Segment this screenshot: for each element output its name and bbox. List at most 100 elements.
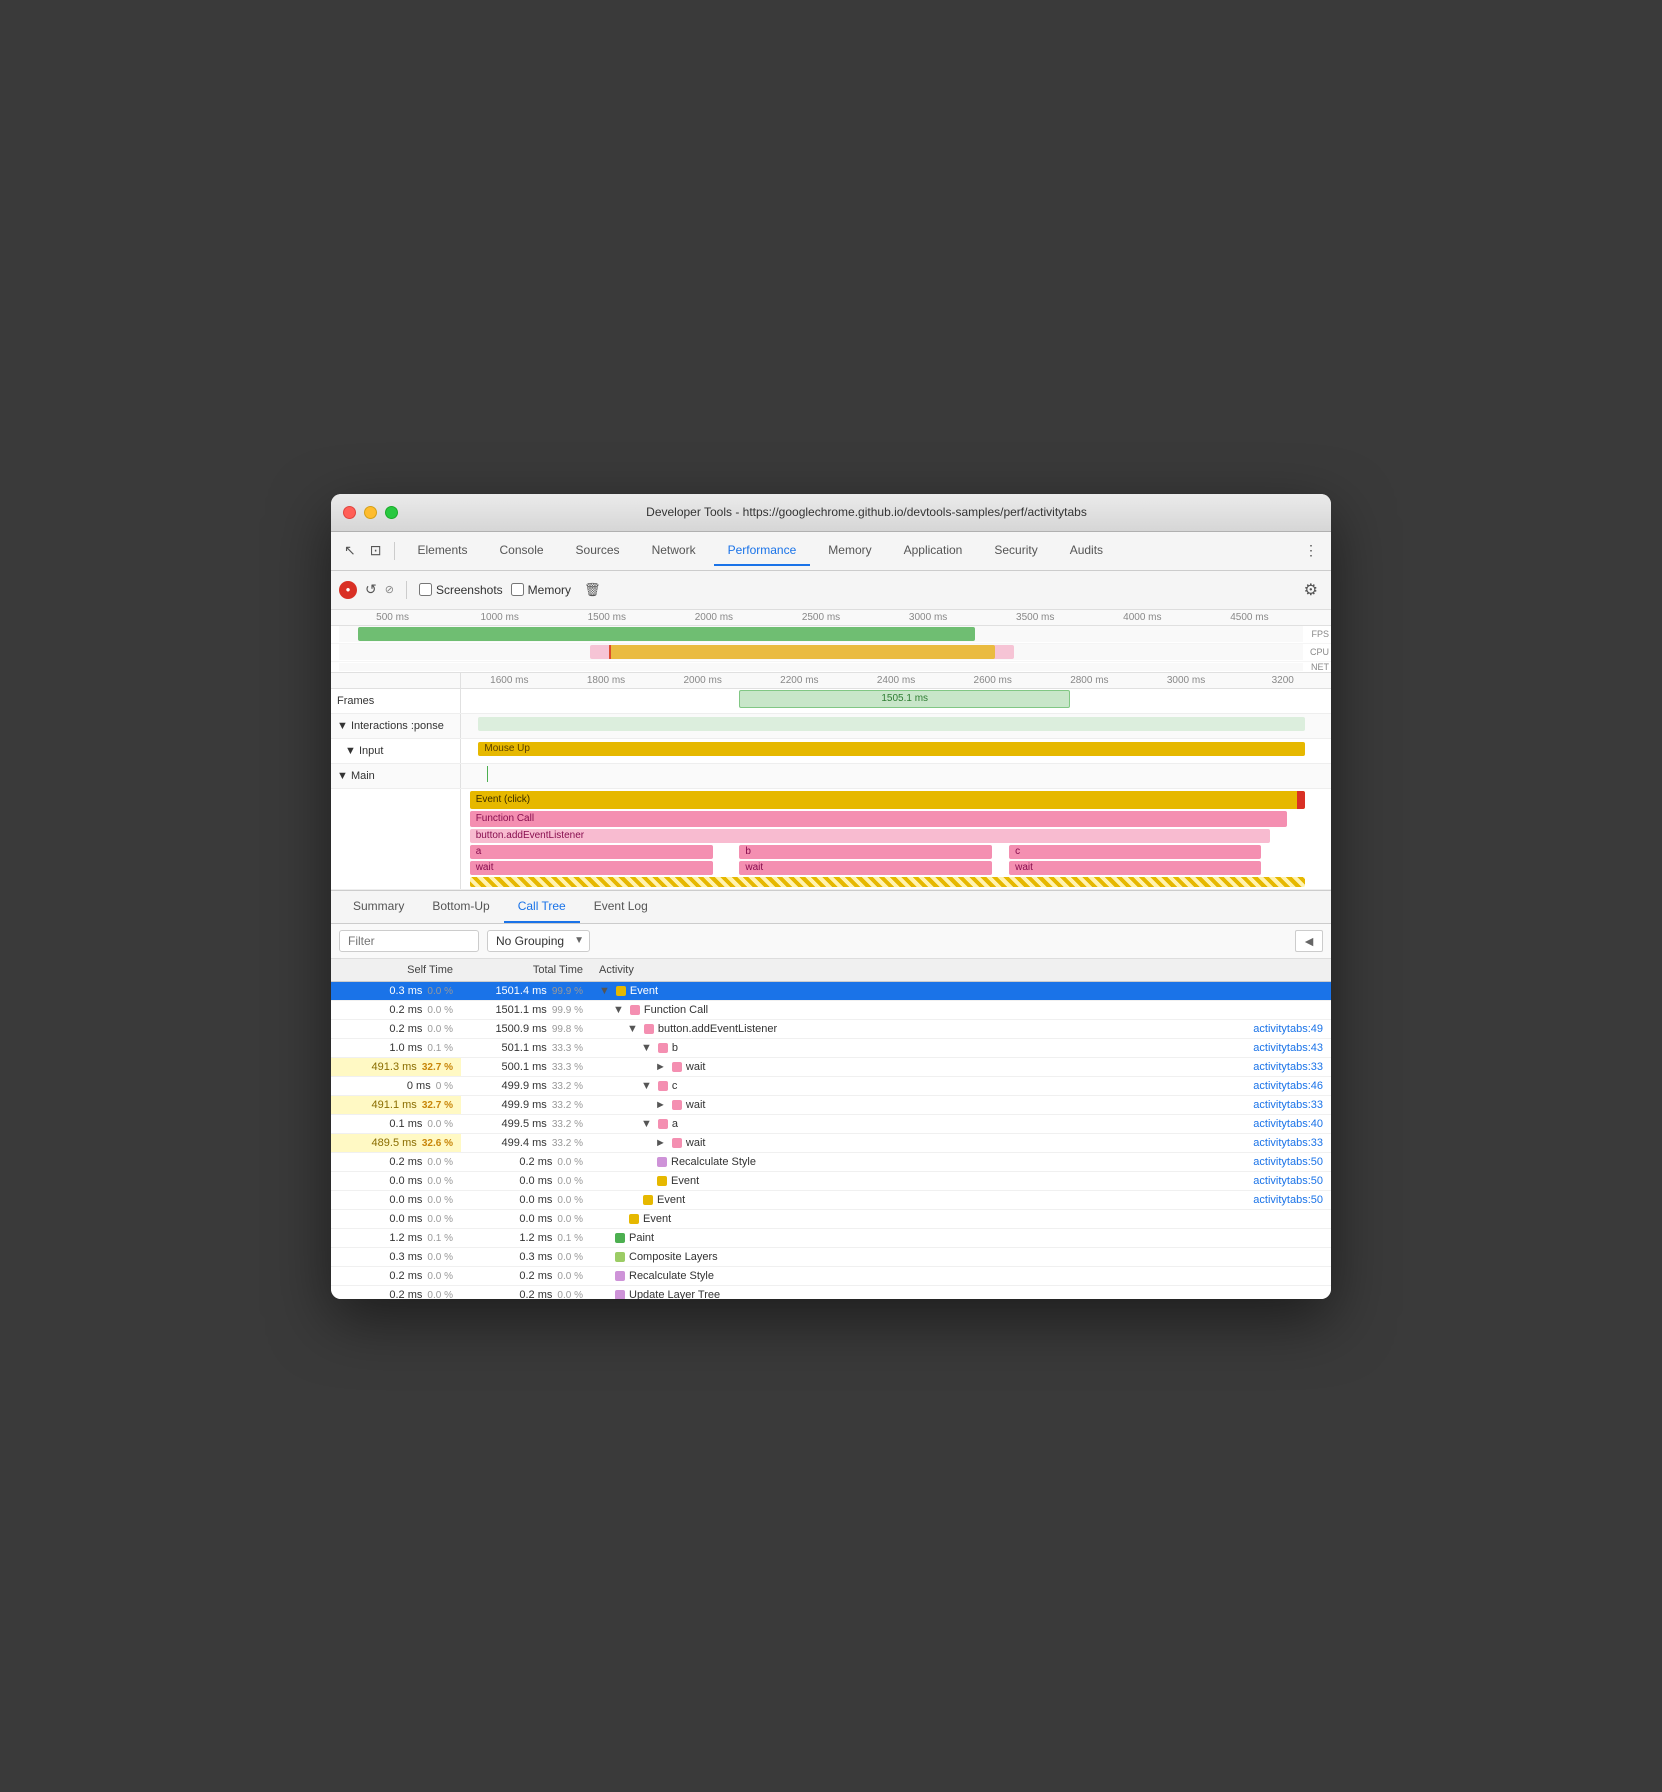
tree-expand-icon[interactable]: ►	[655, 1061, 666, 1073]
activity-header: Activity	[591, 959, 1331, 982]
tab-sources[interactable]: Sources	[562, 536, 634, 566]
source-link[interactable]: activitytabs:33	[1233, 1061, 1323, 1073]
tab-bottom-up[interactable]: Bottom-Up	[418, 891, 503, 923]
tree-expand-icon[interactable]: ►	[655, 1137, 666, 1149]
activity-name: Recalculate Style	[671, 1156, 756, 1168]
source-link[interactable]: activitytabs:43	[1233, 1042, 1323, 1054]
tab-audits[interactable]: Audits	[1056, 536, 1117, 566]
source-link[interactable]: activitytabs:40	[1233, 1118, 1323, 1130]
event-click-bar: Event (click)	[470, 791, 1305, 809]
table-row[interactable]: 0.2 ms 0.0 % 0.2 ms 0.0 % Recalculate St…	[331, 1266, 1331, 1285]
filter-input[interactable]	[339, 930, 479, 952]
total-time-cell: 1501.4 ms 99.9 %	[461, 981, 591, 1000]
tl-ruler-2400: 2400 ms	[848, 675, 945, 686]
tab-elements[interactable]: Elements	[403, 536, 481, 566]
collapse-button[interactable]: ◄	[1295, 930, 1323, 952]
table-row[interactable]: 0.3 ms 0.0 % 0.3 ms 0.0 % Composite Laye…	[331, 1247, 1331, 1266]
table-row[interactable]: 1.2 ms 0.1 % 1.2 ms 0.1 % Paint	[331, 1228, 1331, 1247]
tab-call-tree[interactable]: Call Tree	[504, 891, 580, 923]
record-button[interactable]: ●	[339, 581, 357, 599]
more-tools-button[interactable]: ⋮	[1299, 539, 1323, 562]
frames-row: Frames 1505.1 ms	[331, 689, 1331, 714]
activity-cell: Event activitytabs:50	[591, 1190, 1331, 1209]
tree-expand-icon[interactable]: ►	[655, 1099, 666, 1111]
total-time-cell: 0.3 ms 0.0 %	[461, 1247, 591, 1266]
tab-performance[interactable]: Performance	[714, 536, 811, 566]
activity-cell: Recalculate Style	[591, 1266, 1331, 1285]
table-row[interactable]: 0.0 ms 0.0 % 0.0 ms 0.0 % Event activity…	[331, 1171, 1331, 1190]
activity-cell: ▼ button.addEventListener activitytabs:4…	[591, 1019, 1331, 1038]
b-bar: b	[739, 845, 991, 859]
cursor-tool-button[interactable]: ↖	[339, 539, 361, 562]
tree-expand-icon[interactable]: ▼	[627, 1023, 638, 1035]
tree-expand-icon[interactable]: ▼	[641, 1080, 652, 1092]
activity-name: Update Layer Tree	[629, 1289, 720, 1299]
table-row[interactable]: 0.0 ms 0.0 % 0.0 ms 0.0 % Event	[331, 1209, 1331, 1228]
input-bars[interactable]: Mouse Up	[461, 739, 1331, 763]
activity-name: wait	[686, 1099, 706, 1111]
tab-memory[interactable]: Memory	[814, 536, 885, 566]
ruler-500: 500 ms	[339, 612, 446, 623]
tab-network[interactable]: Network	[638, 536, 710, 566]
settings-button[interactable]: ⚙	[1299, 577, 1323, 603]
table-row[interactable]: 0.3 ms 0.0 % 1501.4 ms 99.9 % ▼ Event	[331, 981, 1331, 1000]
minimize-button[interactable]	[364, 506, 377, 519]
table-row[interactable]: 491.3 ms 32.7 % 500.1 ms 33.3 % ► wait a…	[331, 1057, 1331, 1076]
table-row[interactable]: 0.0 ms 0.0 % 0.0 ms 0.0 % Event activity…	[331, 1190, 1331, 1209]
maximize-button[interactable]	[385, 506, 398, 519]
tree-expand-icon[interactable]: ▼	[613, 1004, 624, 1016]
grouping-select-wrapper[interactable]: No Grouping ▼	[487, 930, 590, 952]
table-row[interactable]: 0 ms 0 % 499.9 ms 33.2 % ▼ c activitytab…	[331, 1076, 1331, 1095]
table-row[interactable]: 0.2 ms 0.0 % 0.2 ms 0.0 % Recalculate St…	[331, 1152, 1331, 1171]
stop-button[interactable]: ⊘	[385, 583, 394, 596]
clear-button[interactable]: 🗑	[579, 579, 606, 601]
panel-toggle-button[interactable]: ⊡	[365, 539, 387, 562]
source-link[interactable]: activitytabs:46	[1233, 1080, 1323, 1092]
main-bars[interactable]: Event (click) Function Call button.addEv…	[461, 789, 1331, 889]
total-time-cell: 1501.1 ms 99.9 %	[461, 1000, 591, 1019]
data-table-container[interactable]: Self Time Total Time Activity 0.3 ms 0.0…	[331, 959, 1331, 1299]
table-row[interactable]: 489.5 ms 32.6 % 499.4 ms 33.2 % ► wait a…	[331, 1133, 1331, 1152]
activity-cell: Recalculate Style activitytabs:50	[591, 1152, 1331, 1171]
table-row[interactable]: 0.2 ms 0.0 % 0.2 ms 0.0 % Update Layer T…	[331, 1285, 1331, 1299]
close-button[interactable]	[343, 506, 356, 519]
source-link[interactable]: activitytabs:50	[1233, 1194, 1323, 1206]
table-row[interactable]: 1.0 ms 0.1 % 501.1 ms 33.3 % ▼ b activit…	[331, 1038, 1331, 1057]
table-row[interactable]: 0.1 ms 0.0 % 499.5 ms 33.2 % ▼ a activit…	[331, 1114, 1331, 1133]
table-row[interactable]: 0.2 ms 0.0 % 1500.9 ms 99.8 % ▼ button.a…	[331, 1019, 1331, 1038]
grouping-select[interactable]: No Grouping	[487, 930, 590, 952]
reload-button[interactable]: ↺	[365, 581, 377, 598]
ruler-2500: 2500 ms	[767, 612, 874, 623]
frames-bars[interactable]: 1505.1 ms	[461, 689, 1331, 713]
source-link[interactable]: activitytabs:50	[1233, 1175, 1323, 1187]
tree-expand-icon[interactable]: ▼	[641, 1118, 652, 1130]
source-link[interactable]: activitytabs:33	[1233, 1099, 1323, 1111]
screenshots-checkbox[interactable]	[419, 583, 432, 596]
total-time-cell: 0.2 ms 0.0 %	[461, 1266, 591, 1285]
tab-event-log[interactable]: Event Log	[580, 891, 662, 923]
tree-expand-icon[interactable]: ▼	[641, 1042, 652, 1054]
activity-cell: ▼ Event	[591, 981, 1331, 1000]
source-link[interactable]: activitytabs:49	[1233, 1023, 1323, 1035]
tab-security[interactable]: Security	[980, 536, 1051, 566]
tab-console[interactable]: Console	[486, 536, 558, 566]
screenshots-checkbox-label[interactable]: Screenshots	[419, 583, 503, 597]
activity-cell: ▼ b activitytabs:43	[591, 1038, 1331, 1057]
source-link[interactable]: activitytabs:50	[1233, 1156, 1323, 1168]
interactions-bars[interactable]	[461, 714, 1331, 738]
memory-checkbox-label[interactable]: Memory	[511, 583, 571, 597]
table-row[interactable]: 0.2 ms 0.0 % 1501.1 ms 99.9 % ▼ Function…	[331, 1000, 1331, 1019]
source-link[interactable]: activitytabs:33	[1233, 1137, 1323, 1149]
wait-a-bar: wait	[470, 861, 714, 875]
activity-cell: ▼ a activitytabs:40	[591, 1114, 1331, 1133]
bottom-tabs: Summary Bottom-Up Call Tree Event Log	[331, 891, 1331, 924]
tree-expand-icon[interactable]: ▼	[599, 985, 610, 997]
tab-summary[interactable]: Summary	[339, 891, 418, 923]
memory-checkbox[interactable]	[511, 583, 524, 596]
table-row[interactable]: 491.1 ms 32.7 % 499.9 ms 33.2 % ► wait a…	[331, 1095, 1331, 1114]
a-bar: a	[470, 845, 714, 859]
main-section-label-row: ▼ Main	[331, 764, 1331, 789]
tab-application[interactable]: Application	[890, 536, 977, 566]
self-time-cell: 0.1 ms 0.0 %	[331, 1114, 461, 1133]
activity-color-dot	[615, 1233, 625, 1243]
